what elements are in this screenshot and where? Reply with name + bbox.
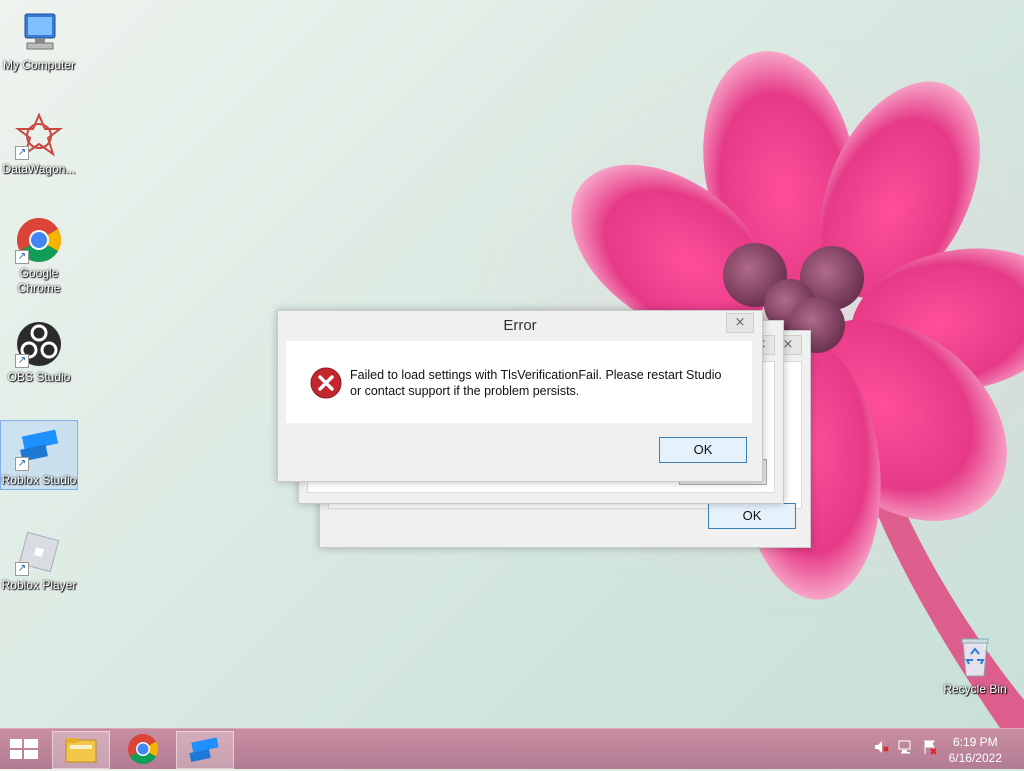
ok-button[interactable]: OK: [659, 437, 747, 463]
roblox-studio-icon: ↗: [15, 423, 63, 471]
datawagon-icon: ↗: [15, 112, 63, 160]
roblox-player-icon: ↗: [15, 528, 63, 576]
start-button[interactable]: [0, 731, 48, 767]
desktop-icon-roblox-studio[interactable]: ↗ Roblox Studio: [0, 420, 78, 490]
shortcut-arrow-icon: ↗: [15, 354, 29, 368]
taskbar-roblox-studio[interactable]: [176, 731, 234, 769]
recycle-bin-icon: [951, 632, 999, 680]
taskbar-file-explorer[interactable]: [52, 731, 110, 769]
desktop-icon-label: Roblox Studio: [1, 473, 77, 487]
error-dialog: Error × Failed to load settings with Tls…: [277, 310, 763, 482]
ok-button[interactable]: OK: [708, 503, 796, 529]
file-explorer-icon: [65, 738, 97, 763]
clock-time: 6:19 PM: [952, 735, 998, 749]
action-center-icon[interactable]: [922, 739, 938, 759]
roblox-studio-icon: [189, 737, 219, 762]
dialog-titlebar[interactable]: Error ×: [278, 311, 762, 339]
error-icon: [310, 367, 342, 399]
desktop-icon-recycle-bin[interactable]: Recycle Bin: [937, 632, 1013, 697]
shortcut-arrow-icon: ↗: [15, 146, 29, 160]
desktop-icon-label: Google Chrome: [17, 266, 61, 295]
desktop-icon-label: Roblox Player: [1, 578, 77, 592]
taskbar-clock[interactable]: 6:19 PM 6/16/2022: [949, 734, 1002, 766]
desktop-icon-obs-studio[interactable]: ↗ OBS Studio: [1, 320, 77, 385]
volume-muted-icon[interactable]: [873, 739, 889, 759]
desktop-icon-my-computer[interactable]: My Computer: [1, 8, 77, 73]
computer-icon: [15, 8, 63, 56]
chrome-icon: ↗: [15, 216, 63, 264]
chrome-icon: [128, 734, 159, 765]
dialog-body: Failed to load settings with TlsVerifica…: [286, 341, 752, 423]
close-icon: ×: [734, 315, 746, 330]
close-icon: ×: [782, 337, 794, 352]
desktop-icon-label: OBS Studio: [7, 370, 71, 384]
close-button[interactable]: ×: [726, 313, 754, 333]
desktop-icon-label: Recycle Bin: [943, 682, 1007, 696]
taskbar: 6:19 PM 6/16/2022: [0, 728, 1024, 769]
desktop-icon-roblox-player[interactable]: ↗ Roblox Player: [1, 528, 77, 593]
dialog-title: Error: [503, 317, 537, 334]
desktop-icon-google-chrome[interactable]: ↗ Google Chrome: [1, 216, 77, 296]
obs-icon: ↗: [15, 320, 63, 368]
error-message: Failed to load settings with TlsVerifica…: [350, 368, 722, 398]
clock-date: 6/16/2022: [948, 751, 1002, 765]
desktop-icon-label: DataWagon...: [2, 162, 76, 176]
shortcut-arrow-icon: ↗: [15, 250, 29, 264]
network-icon[interactable]: [898, 739, 914, 759]
windows-start-icon: [10, 739, 38, 759]
shortcut-arrow-icon: ↗: [15, 457, 29, 471]
shortcut-arrow-icon: ↗: [15, 562, 29, 576]
desktop-icon-label: My Computer: [2, 58, 76, 72]
taskbar-chrome[interactable]: [115, 731, 171, 767]
desktop-icon-datawagon[interactable]: ↗ DataWagon...: [1, 112, 77, 177]
